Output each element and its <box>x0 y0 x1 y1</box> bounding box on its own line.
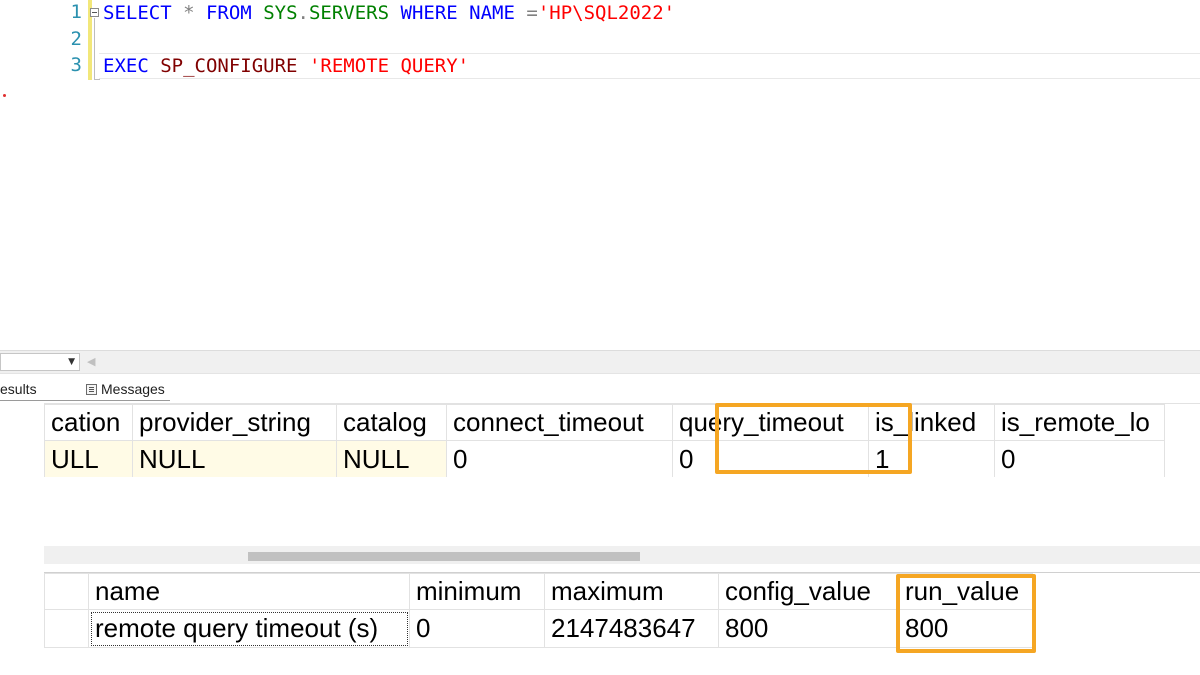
run-value-highlight-box <box>896 574 1036 653</box>
horizontal-scrollbar[interactable] <box>44 546 1200 564</box>
string-literal: 'REMOTE QUERY' <box>308 55 470 77</box>
column-name: NAME <box>469 2 515 24</box>
keyword-from: FROM <box>205 2 252 24</box>
fold-guide-end <box>94 79 100 80</box>
object-servers: SERVERS <box>308 2 390 24</box>
line-number: 1 <box>70 1 82 23</box>
table-cell[interactable]: 800 <box>718 609 899 648</box>
code-line-1[interactable]: SELECT * FROM SYS.SERVERS WHERE NAME ='H… <box>103 1 675 25</box>
table-cell[interactable]: remote query timeout (s) <box>88 609 410 648</box>
results-tab-strip: esults Messages <box>0 376 1200 402</box>
operator-equals: = <box>514 2 538 24</box>
table-header-row: name minimum maximum config_value run_va… <box>44 573 1033 610</box>
tab-results[interactable]: esults <box>0 381 37 397</box>
collapse-region-icon[interactable] <box>90 8 99 17</box>
editor-status-bar: ▼ ◀ <box>0 350 1200 374</box>
row-header-corner <box>44 573 89 610</box>
tab-underline <box>0 400 170 401</box>
schema-sys: SYS <box>263 2 298 24</box>
column-header[interactable]: cation <box>44 404 133 441</box>
operator-dot: . <box>297 2 309 24</box>
table-cell[interactable]: 2147483647 <box>544 609 719 648</box>
table-cell[interactable]: NULL <box>336 440 447 477</box>
results-table-1: cation provider_string catalog connect_t… <box>44 404 1165 477</box>
column-header[interactable]: is_remote_lo <box>994 404 1165 441</box>
line-number: 3 <box>70 54 82 76</box>
query-editor[interactable]: 1 2 3 SELECT * FROM SYS.SERVERS WHERE NA… <box>0 0 1200 345</box>
table-row[interactable]: remote query timeout (s) 0 2147483647 80… <box>44 609 1033 648</box>
breakpoint-marker-dot <box>3 94 6 97</box>
zoom-dropdown[interactable]: ▼ <box>0 353 80 371</box>
table-cell[interactable]: 0 <box>446 440 673 477</box>
results-table-2: name minimum maximum config_value run_va… <box>44 573 1033 648</box>
keyword-exec: EXEC <box>103 55 149 77</box>
chevron-down-icon[interactable]: ▼ <box>68 358 75 367</box>
column-header[interactable]: provider_string <box>132 404 337 441</box>
table-header-row: cation provider_string catalog connect_t… <box>44 404 1165 441</box>
procedure-name: SP_CONFIGURE <box>160 55 298 77</box>
results-grid-1[interactable]: cation provider_string catalog connect_t… <box>44 403 1200 477</box>
column-header[interactable]: maximum <box>544 573 719 610</box>
line-number: 2 <box>70 28 82 50</box>
column-header[interactable]: name <box>88 573 410 610</box>
column-header[interactable]: connect_timeout <box>446 404 673 441</box>
table-cell[interactable]: 0 <box>994 440 1165 477</box>
row-header[interactable] <box>44 609 89 648</box>
table-cell[interactable]: NULL <box>132 440 337 477</box>
scrollbar-thumb[interactable] <box>248 552 640 561</box>
fold-guide <box>94 18 95 80</box>
operator-star: * <box>171 2 206 24</box>
keyword-where: WHERE <box>400 2 458 24</box>
table-cell[interactable]: 0 <box>409 609 545 648</box>
tab-messages[interactable]: Messages <box>86 381 165 397</box>
column-header[interactable]: config_value <box>718 573 899 610</box>
table-row[interactable]: ULL NULL NULL 0 0 1 0 <box>44 440 1165 477</box>
messages-icon <box>86 383 97 395</box>
table-cell[interactable]: ULL <box>44 440 133 477</box>
string-literal: 'HP\SQL2022' <box>537 2 676 24</box>
tab-messages-label: Messages <box>101 381 165 397</box>
column-header[interactable]: catalog <box>336 404 447 441</box>
query-timeout-highlight-box <box>715 403 912 474</box>
scroll-left-arrow-icon[interactable]: ◀ <box>87 356 95 368</box>
keyword-select: SELECT <box>103 2 172 24</box>
code-line-3[interactable]: EXEC SP_CONFIGURE 'REMOTE QUERY' <box>103 54 469 78</box>
column-header[interactable]: minimum <box>409 573 545 610</box>
